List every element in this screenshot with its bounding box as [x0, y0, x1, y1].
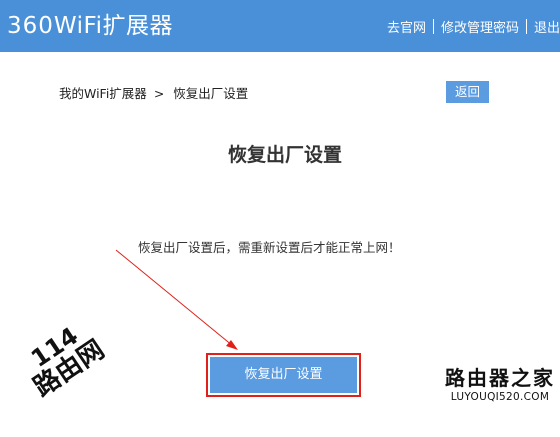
header-divider — [432, 18, 434, 34]
watermark-left: 114 路由网 — [7, 309, 138, 436]
brand-text: WiFi扩展器 — [53, 13, 173, 39]
reset-notice-text: 恢复出厂设置后，需重新设置后才能正常上网！ — [138, 240, 401, 255]
back-button[interactable]: 返回 — [446, 81, 489, 103]
factory-reset-button[interactable]: 恢复出厂设置 — [210, 357, 357, 393]
logout-link[interactable]: 退出 — [534, 17, 560, 36]
brand-number: 360 — [7, 13, 54, 39]
header-divider — [525, 18, 527, 34]
top-header-bar: 360WiFi扩展器 去官网 修改管理密码 退出 — [0, 0, 560, 52]
header-links: 去官网 修改管理密码 退出 — [387, 16, 560, 36]
page-title: 恢复出厂设置 — [227, 144, 342, 166]
breadcrumb-current: 恢复出厂设置 — [173, 86, 249, 101]
watermark-right: 路由器之家 LUYOUQI520.COM — [444, 366, 556, 404]
brand-logo[interactable]: 360WiFi扩展器 — [7, 9, 173, 43]
watermark-right-url: LUYOUQI520.COM — [450, 391, 550, 403]
change-admin-password-link[interactable]: 修改管理密码 — [441, 17, 519, 36]
annotation-arrow-line — [115, 249, 234, 347]
annotation-arrowhead — [226, 340, 238, 350]
breadcrumb: 我的WiFi扩展器 > 恢复出厂设置 — [59, 83, 248, 102]
watermark-right-title: 路由器之家 — [445, 366, 555, 390]
official-site-link[interactable]: 去官网 — [387, 17, 426, 36]
breadcrumb-parent[interactable]: 我的WiFi扩展器 — [59, 86, 147, 101]
breadcrumb-separator: > — [153, 86, 165, 101]
